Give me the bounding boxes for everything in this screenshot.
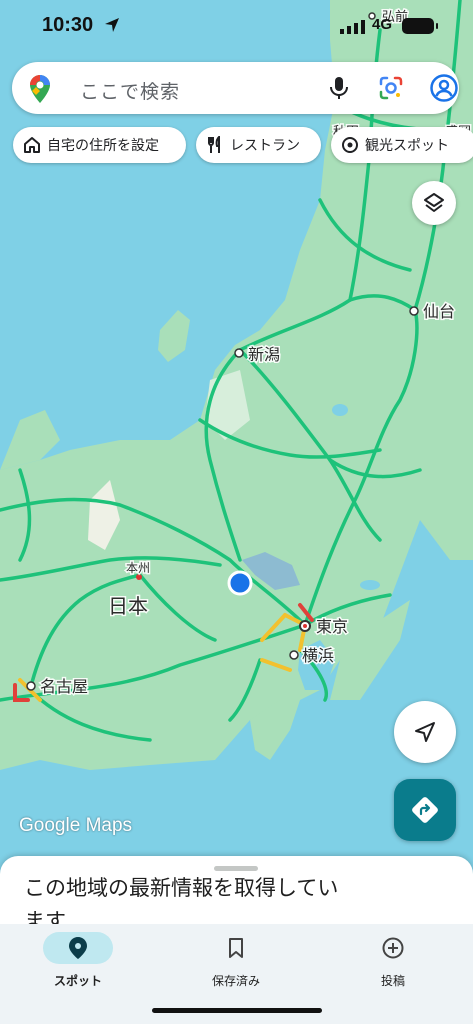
label-nagoya: 名古屋: [40, 677, 88, 696]
sheet-drag-handle[interactable]: [214, 866, 258, 871]
nav-contribute[interactable]: 投稿: [333, 932, 453, 989]
battery-icon: [402, 18, 438, 34]
navigation-arrow-icon: [415, 722, 435, 742]
brand-google: Google: [19, 815, 81, 836]
bookmark-icon: [229, 938, 243, 958]
search-bar[interactable]: ここで検索: [12, 62, 459, 114]
chip-sightseeing-label: 観光スポット: [365, 138, 449, 154]
nav-saved[interactable]: 保存済み: [176, 932, 296, 989]
google-maps-watermark: Google Maps: [19, 815, 132, 837]
label-nihon: 日本: [108, 594, 148, 618]
home-indicator: [152, 1008, 322, 1013]
label-honshu: 本州: [126, 561, 150, 575]
nav-explore[interactable]: スポット: [18, 932, 138, 989]
directions-button[interactable]: [394, 779, 456, 841]
signal-icon: [340, 20, 365, 34]
nav-explore-pill: [43, 932, 113, 964]
my-location-button[interactable]: [394, 701, 456, 763]
status-bar: 10:30 4G: [0, 0, 473, 52]
current-location-dot: [227, 570, 253, 596]
nav-saved-pill: [201, 932, 271, 964]
account-icon[interactable]: [430, 74, 458, 102]
label-tokyo: 東京: [316, 617, 348, 636]
network-label: 4G: [372, 16, 393, 33]
lake: [360, 580, 380, 590]
google-maps-pin-icon: [30, 75, 50, 103]
chip-set-home-label: 自宅の住所を設定: [47, 138, 159, 154]
label-sendai: 仙台: [423, 302, 455, 321]
chip-set-home[interactable]: 自宅の住所を設定: [13, 127, 186, 163]
label-yokohama: 横浜: [302, 646, 334, 665]
lake: [332, 404, 348, 416]
layers-button[interactable]: [412, 181, 456, 225]
home-icon: [24, 137, 40, 153]
restaurant-icon: [208, 136, 220, 153]
chip-sightseeing[interactable]: 観光スポット: [331, 127, 473, 163]
location-pin-icon: [69, 937, 87, 959]
landmark-icon: [342, 137, 358, 153]
directions-icon: [412, 797, 438, 823]
microphone-icon[interactable]: [328, 76, 350, 100]
nav-contribute-label: 投稿: [380, 974, 405, 988]
layers-icon: [424, 193, 444, 212]
google-lens-icon[interactable]: [378, 75, 404, 101]
chip-restaurants[interactable]: レストラン: [196, 127, 321, 163]
add-circle-icon: [382, 937, 404, 959]
nav-saved-label: 保存済み: [211, 974, 260, 988]
search-input[interactable]: ここで検索: [80, 77, 180, 104]
nav-contribute-pill: [358, 932, 428, 964]
label-niigata: 新潟: [248, 345, 280, 364]
brand-maps: Maps: [85, 815, 133, 836]
status-time: 10:30: [42, 14, 94, 36]
location-arrow-icon: [105, 18, 119, 32]
chip-restaurants-label: レストラン: [230, 138, 300, 154]
nav-explore-label: スポット: [53, 974, 102, 988]
